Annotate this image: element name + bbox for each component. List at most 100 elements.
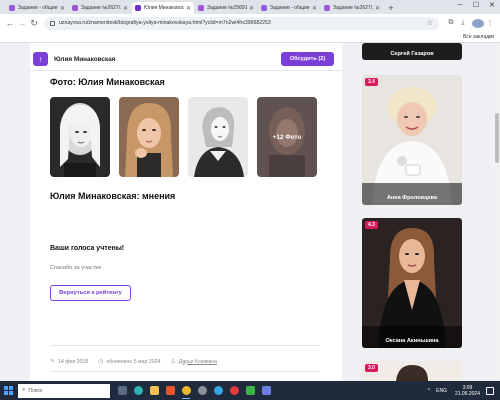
system-tray: ^ ENG 3:09 21.06.2024 <box>428 381 494 400</box>
site-info-icon[interactable] <box>50 20 55 26</box>
url-text: uznayvsa.ru/znamenitosti/biografiya-yuli… <box>59 20 271 26</box>
brave-icon[interactable] <box>162 381 178 400</box>
article-meta: ✎ 14 фев 2018 ◷ обновлено 5 мар 2024 ♙ Дарь… <box>50 358 227 366</box>
language-indicator[interactable]: ENG <box>436 388 447 394</box>
start-button[interactable] <box>0 381 16 400</box>
browser-tab-active[interactable]: Юлия Минаковская✕ <box>132 2 194 14</box>
updated-date: ◷ обновлено 5 мар 2024 <box>98 358 161 366</box>
article-card: ↑ Юлия Минаковская Обсудить (2) Фото: Юл… <box>30 43 342 381</box>
sticky-header: ↑ Юлия Минаковская Обсудить (2) <box>30 49 342 71</box>
close-icon[interactable]: ✕ <box>60 5 65 12</box>
maximize-icon[interactable]: ☐ <box>468 0 484 12</box>
app-icon[interactable] <box>258 381 274 400</box>
photo-section-title: Фото: Юлия Минаковская <box>50 77 165 87</box>
telegram-icon[interactable] <box>210 381 226 400</box>
divider <box>50 345 320 346</box>
back-to-rating-button[interactable]: Вернуться к рейтингу <box>50 285 131 301</box>
rating-badge: 4.3 <box>365 221 378 229</box>
thanks-text: Спасибо за участие <box>50 265 102 271</box>
more-photos-label: +12 Фото <box>257 97 317 177</box>
sidebar-card[interactable]: Сергей Газаров <box>362 43 462 60</box>
gallery-photo-more[interactable]: +12 Фото <box>257 97 317 177</box>
discuss-button[interactable]: Обсудить (2) <box>281 52 334 66</box>
vpn-icon[interactable] <box>242 381 258 400</box>
windows-logo-icon <box>3 386 13 395</box>
pencil-icon: ✎ <box>50 359 56 365</box>
site-favicon-icon <box>135 5 141 11</box>
sidebar-photo: 4.3 Оксана Акиньшина <box>362 218 462 348</box>
arrow-up-icon: ↑ <box>38 54 43 64</box>
browser-tab[interactable]: Задание - общие з ✕ <box>6 2 68 14</box>
close-icon[interactable]: ✕ <box>186 5 191 12</box>
sidebar-card[interactable]: 3.4 Анна Фроловцева <box>362 75 462 205</box>
browser-toolbar: ← → ↻ uznayvsa.ru/znamenitosti/biografiy… <box>0 14 500 32</box>
gallery-photo[interactable] <box>50 97 110 177</box>
site-favicon-icon <box>324 5 330 11</box>
gallery-photo[interactable] <box>188 97 248 177</box>
sidebar-photo: 3.4 Анна Фроловцева <box>362 75 462 205</box>
page-viewport: ↑ Юлия Минаковская Обсудить (2) Фото: Юл… <box>0 43 500 381</box>
page-scrollbar[interactable] <box>494 43 500 381</box>
author: ♙ Дарья Козякина <box>170 358 217 366</box>
sidebar-person-name: Оксана Акиньшина <box>385 338 439 344</box>
sidebar-photo: Сергей Газаров <box>362 43 462 60</box>
download-icon[interactable]: ⤓ <box>457 19 469 27</box>
user-icon: ♙ <box>170 359 176 365</box>
chrome-icon[interactable] <box>178 381 194 400</box>
back-arrow-icon[interactable]: ← <box>4 18 16 28</box>
search-icon: ⌕ <box>22 387 26 393</box>
minimize-icon[interactable]: ─ <box>452 0 468 12</box>
site-favicon-icon <box>9 5 15 11</box>
divider <box>50 371 320 372</box>
browser-tab[interactable]: Задание - общие з ✕ <box>258 2 320 14</box>
settings-gear-icon[interactable] <box>194 381 210 400</box>
rating-badge: 3.0 <box>365 364 378 372</box>
profile-avatar[interactable] <box>472 18 484 28</box>
rating-badge: 3.4 <box>365 78 378 86</box>
sidebar-person-name: Сергей Газаров <box>390 51 434 57</box>
taskbar-search[interactable]: ⌕ Поиск <box>18 383 110 398</box>
clock-icon: ◷ <box>98 359 104 365</box>
close-icon[interactable]: ✕ <box>312 5 317 12</box>
windows-taskbar: ⌕ Поиск ^ ENG 3:09 21.06.2024 <box>0 381 500 400</box>
edge-icon[interactable] <box>130 381 146 400</box>
bookmark-star-icon[interactable]: ☆ <box>427 19 433 27</box>
notification-icon[interactable] <box>486 386 494 395</box>
tab-strip: Задание - общие з ✕ Задание №2627/... ✕ Юл… <box>0 0 500 14</box>
site-favicon-icon <box>72 5 78 11</box>
all-bookmarks-button[interactable]: Все закладки <box>463 34 494 40</box>
scrollbar-thumb[interactable] <box>495 113 499 163</box>
address-bar[interactable]: uznayvsa.ru/znamenitosti/biografiya-yuli… <box>44 16 439 30</box>
forward-arrow-icon[interactable]: → <box>16 18 28 28</box>
window-controls: ─ ☐ ✕ <box>452 0 500 12</box>
close-icon[interactable]: ✕ <box>375 5 380 12</box>
author-link[interactable]: Дарья Козякина <box>179 359 217 365</box>
reload-icon[interactable]: ↻ <box>28 18 40 29</box>
photo-gallery: +12 Фото <box>50 97 326 177</box>
browser-tab[interactable]: Задание №2627/... ✕ <box>69 2 131 14</box>
browser-tab[interactable]: Задание №2627/... ✕ <box>321 2 383 14</box>
publish-date: ✎ 14 фев 2018 <box>50 358 89 366</box>
votes-counted-heading: Ваши голоса учтены! <box>50 245 125 252</box>
opinions-title: Юлия Минаковская: мнения <box>50 191 176 201</box>
sidebar-photo: 3.0 <box>362 361 462 381</box>
sidebar-card[interactable]: 4.3 Оксана Акиньшина <box>362 218 462 348</box>
gallery-photo[interactable] <box>119 97 179 177</box>
sidebar-person-name: Анна Фроловцева <box>386 195 438 201</box>
task-view-icon[interactable] <box>114 381 130 400</box>
sidebar-card[interactable]: 3.0 <box>362 361 462 381</box>
clock[interactable]: 3:09 21.06.2024 <box>455 385 480 397</box>
close-icon[interactable]: ✕ <box>249 5 254 12</box>
bookmarks-bar: Все закладки <box>0 32 500 43</box>
extensions-icon[interactable]: ⧉ <box>445 19 457 27</box>
back-up-button[interactable]: ↑ <box>33 52 48 66</box>
opera-icon[interactable] <box>226 381 242 400</box>
file-explorer-icon[interactable] <box>146 381 162 400</box>
tray-expand-icon[interactable]: ^ <box>428 388 430 394</box>
site-favicon-icon <box>198 5 204 11</box>
menu-kebab-icon[interactable]: ⋮ <box>484 19 496 27</box>
window-close-icon[interactable]: ✕ <box>484 0 500 12</box>
browser-tab[interactable]: Задание №25691 ✕ <box>195 2 257 14</box>
new-tab-button[interactable]: + <box>386 3 396 13</box>
close-icon[interactable]: ✕ <box>123 5 128 12</box>
